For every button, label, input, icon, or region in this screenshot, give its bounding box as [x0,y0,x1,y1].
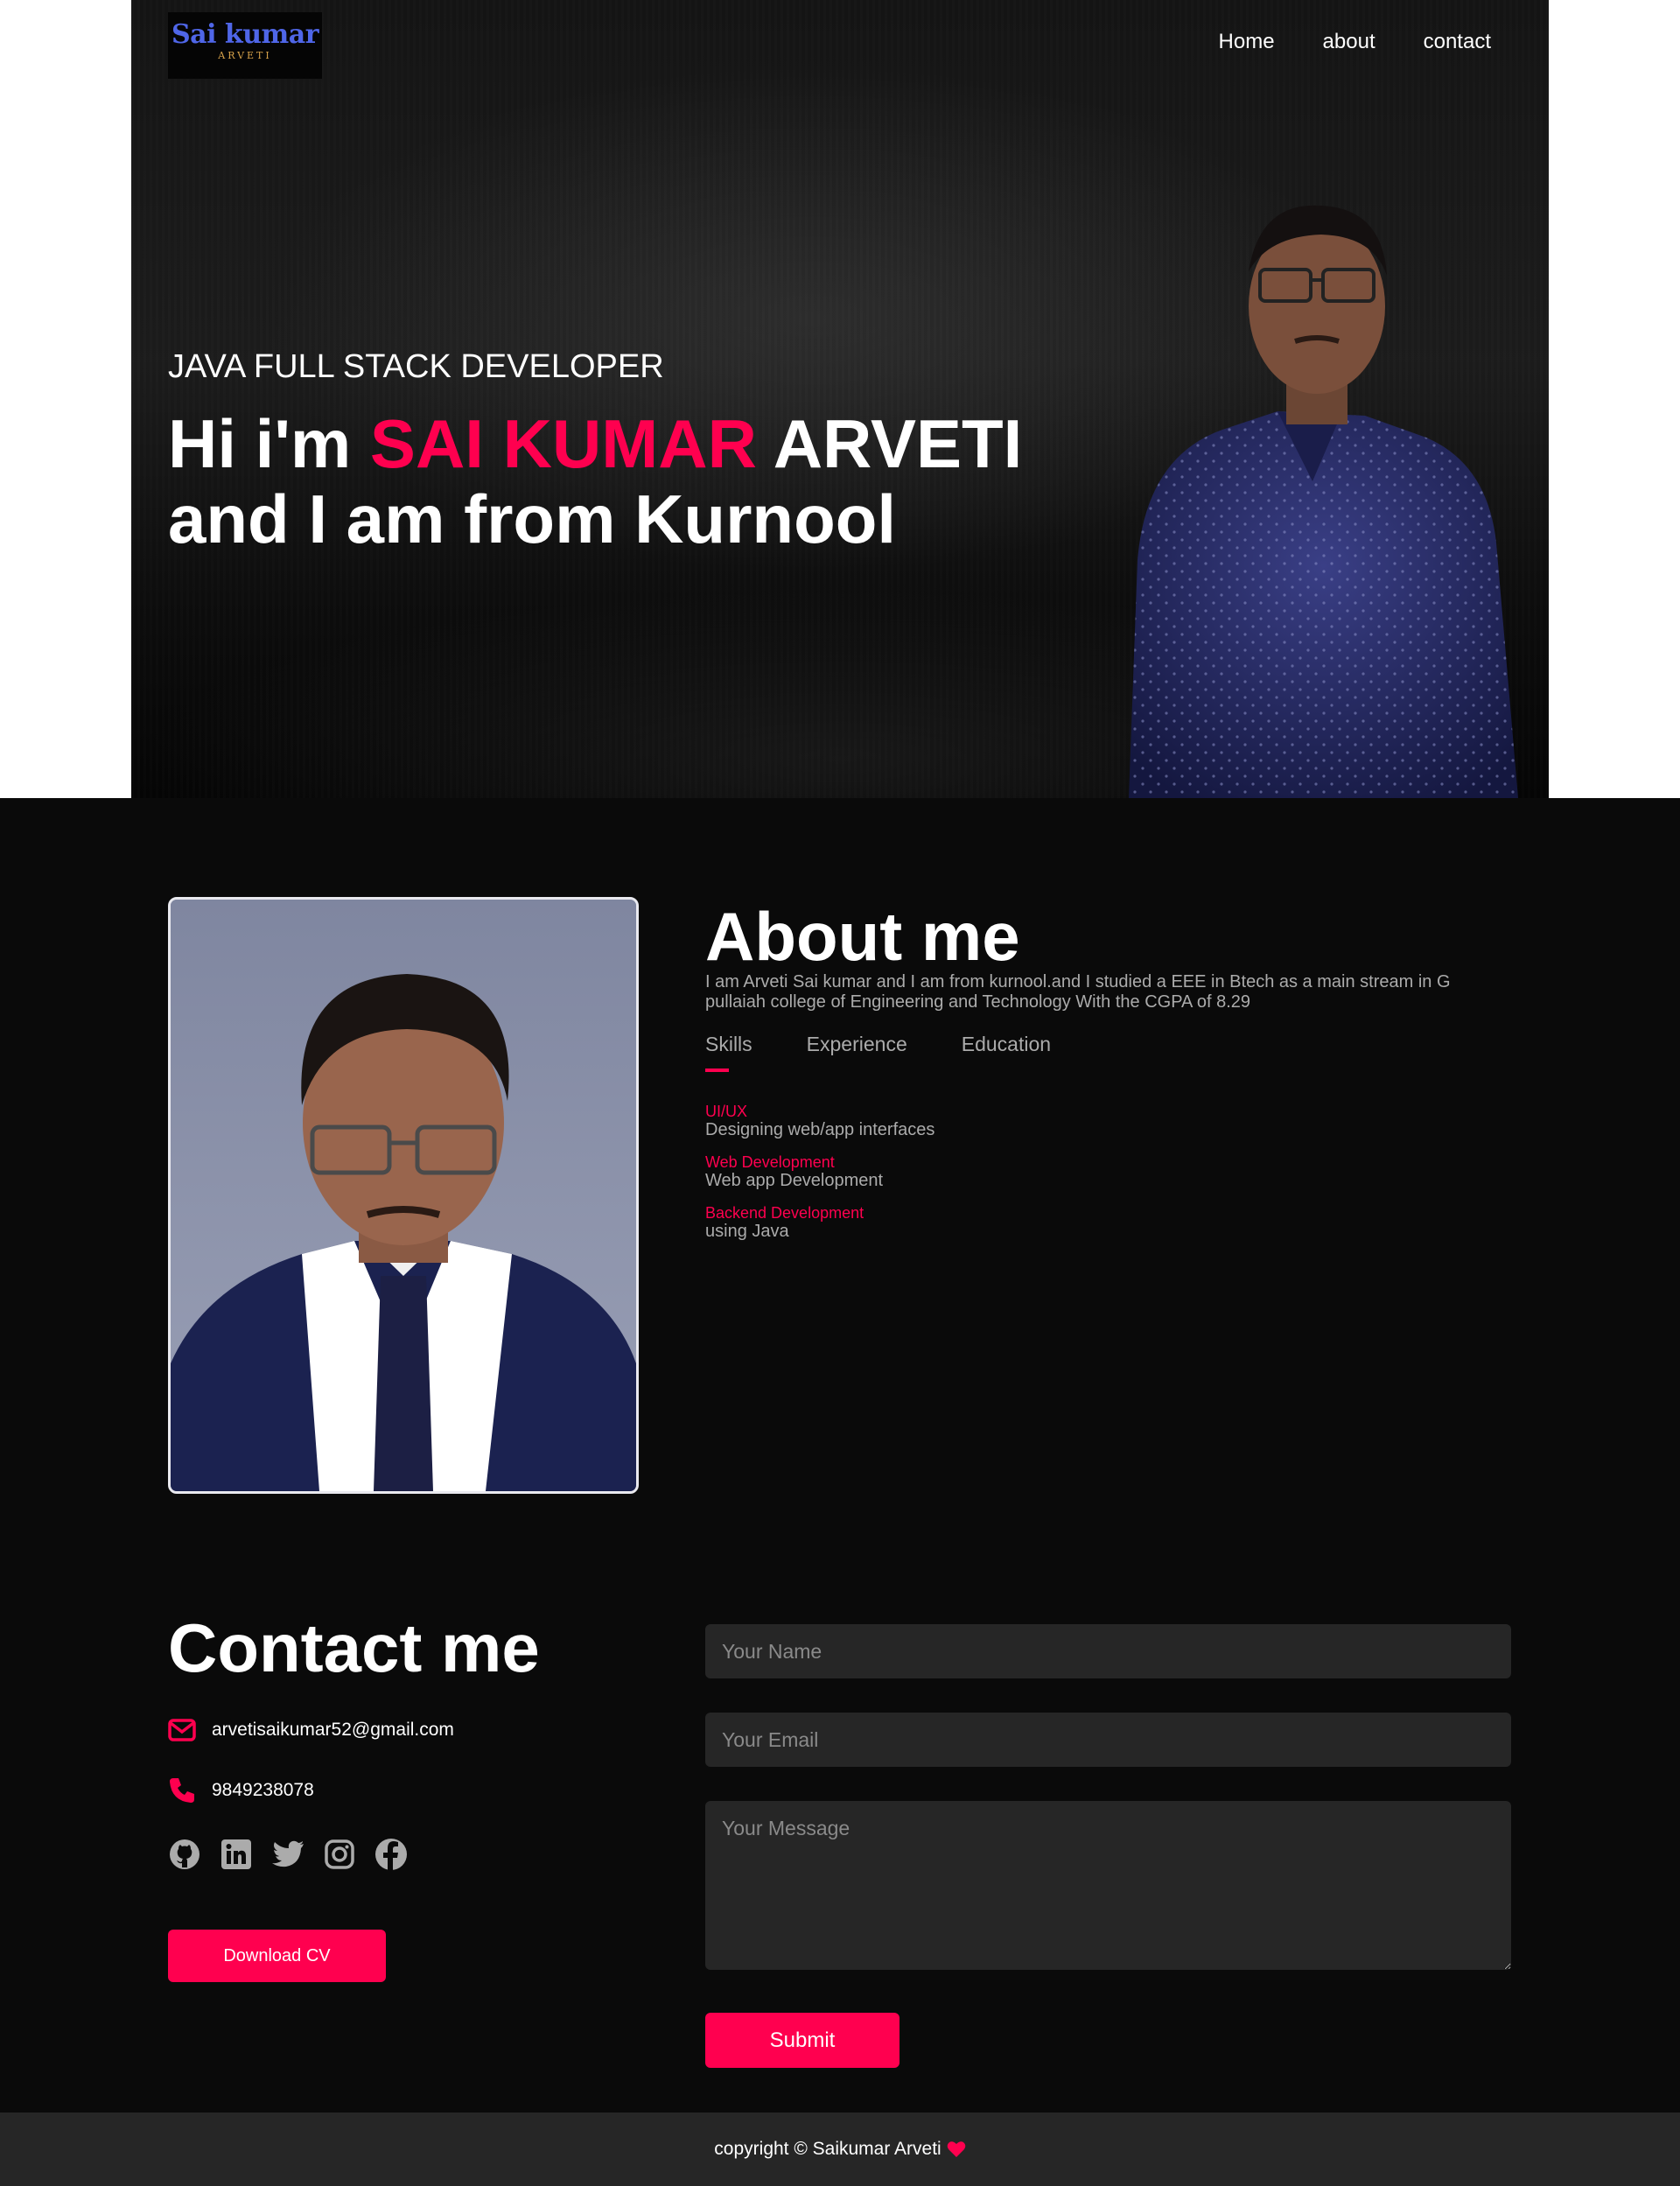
list-item: Backend Development using Java [705,1204,934,1241]
main-nav: Home about contact [1219,30,1491,54]
contact-email[interactable]: arvetisaikumar52@gmail.com [212,1720,454,1741]
tab-education[interactable]: Education [962,1033,1051,1074]
contact-phone[interactable]: 9849238078 [212,1780,314,1801]
phone-icon [168,1776,212,1804]
social-links [168,1838,408,1871]
github-icon[interactable] [168,1838,201,1871]
skill-name: UI/UX [705,1103,748,1120]
name-input[interactable] [705,1624,1511,1678]
logo-main-text: Sai kumar [171,19,319,50]
nav-contact[interactable]: contact [1424,30,1491,54]
list-item: UI/UX Designing web/app interfaces [705,1103,934,1139]
logo[interactable]: Sai kumar ARVETI [168,12,322,79]
skill-desc: Designing web/app interfaces [705,1120,935,1139]
skill-desc: Web app Development [705,1171,884,1190]
hero-background: Sai kumar ARVETI Home about contact JAVA… [0,0,1680,798]
heart-icon [947,2140,966,2158]
list-item: Web Development Web app Development [705,1153,934,1190]
facebook-icon[interactable] [374,1838,408,1871]
hero-subtitle: JAVA FULL STACK DEVELOPER [168,348,664,385]
nav-home[interactable]: Home [1219,30,1275,54]
hero-line2: and I am from Kurnool [168,480,897,557]
skill-name: Web Development [705,1153,835,1171]
footer-copyright: copyright © Saikumar Arveti [714,2139,942,2159]
hero-portrait-image [1129,205,1518,798]
skill-name: Backend Development [705,1204,864,1222]
footer: copyright © Saikumar Arveti [0,2112,1680,2186]
about-title: About me [705,898,1020,975]
download-cv-button[interactable]: Download CV [168,1930,386,1982]
logo-sub-text: ARVETI [218,50,272,61]
profile-photo-image [171,900,636,1491]
hero-greeting: Hi i'm [168,405,370,482]
linkedin-icon[interactable] [220,1838,253,1871]
submit-button[interactable]: Submit [705,2013,900,2068]
hero-section: Sai kumar ARVETI Home about contact JAVA… [131,0,1549,798]
about-photo [168,897,639,1494]
hero-name-rest: ARVETI [756,405,1023,482]
skills-list: UI/UX Designing web/app interfaces Web D… [705,1103,934,1255]
hero-title: Hi i'm SAI KUMAR ARVETI and I am from Ku… [168,406,1022,557]
tab-experience[interactable]: Experience [807,1033,907,1074]
contact-title: Contact me [168,1609,540,1686]
instagram-icon[interactable] [323,1838,356,1871]
email-input[interactable] [705,1713,1511,1767]
envelope-icon [168,1719,212,1741]
contact-email-row: arvetisaikumar52@gmail.com [168,1719,454,1741]
nav-about[interactable]: about [1323,30,1376,54]
tab-skills[interactable]: Skills [705,1033,752,1074]
skill-desc: using Java [705,1222,789,1241]
about-tabs: Skills Experience Education [705,1033,1051,1074]
twitter-icon[interactable] [271,1838,304,1871]
hero-name-highlight: SAI KUMAR [369,405,757,482]
about-description: I am Arveti Sai kumar and I am from kurn… [705,972,1451,1012]
contact-phone-row: 9849238078 [168,1776,314,1804]
message-textarea[interactable] [705,1801,1511,1970]
